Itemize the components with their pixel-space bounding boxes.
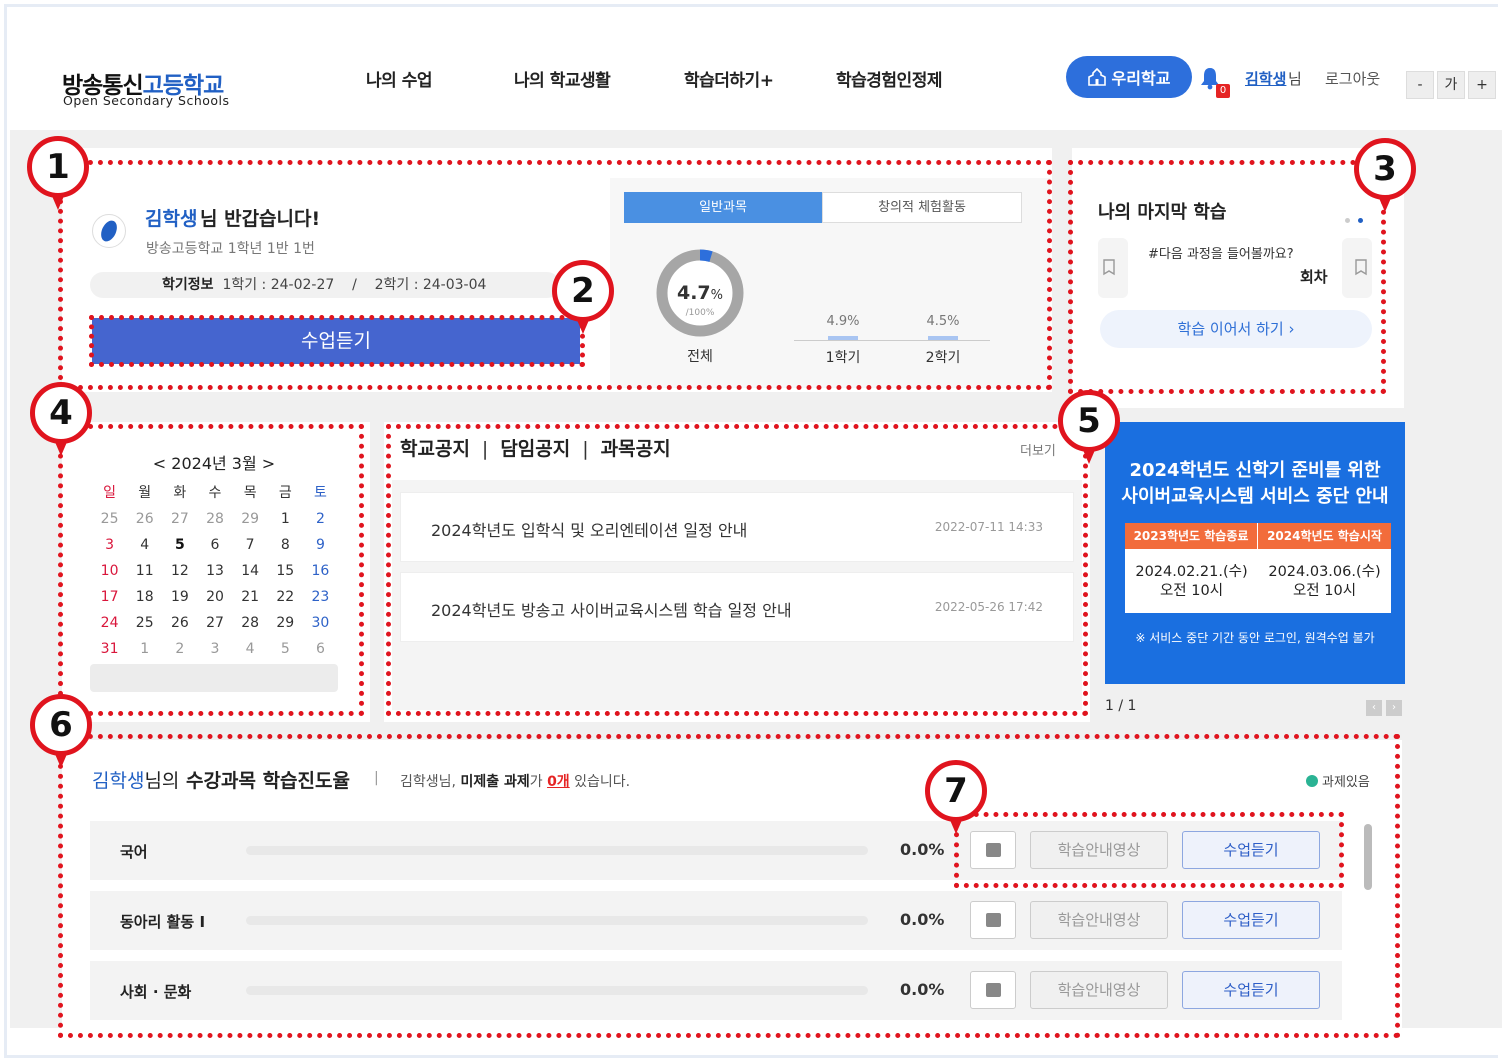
banner-col1-head: 2023학년도 학습종료: [1125, 523, 1258, 549]
my-school-label: 우리학교: [1111, 69, 1171, 88]
banner-col2-value: 2024.03.06.(수) 오전 10시: [1268, 564, 1381, 599]
font-increase-button[interactable]: +: [1468, 71, 1496, 99]
banner-prev-button[interactable]: ‹: [1366, 700, 1382, 716]
callout-marker-5: 5: [1058, 390, 1120, 464]
banner-col2-head: 2024학년도 학습시작: [1258, 523, 1391, 549]
school-icon: [1087, 68, 1106, 86]
nav-my-class[interactable]: 나의 수업: [366, 66, 432, 91]
callout-marker-7: 7: [925, 760, 987, 834]
logout-link[interactable]: 로그아웃: [1325, 68, 1380, 89]
callout-marker-2: 2: [552, 260, 614, 334]
banner-page-indicator: 1 / 1: [1105, 698, 1137, 714]
my-school-button[interactable]: 우리학교: [1066, 56, 1192, 98]
highlight-box-3: [1068, 160, 1386, 394]
banner-note: ※ 서비스 중단 기간 동안 로그인, 원격수업 불가: [1135, 631, 1375, 645]
callout-marker-6: 6: [30, 694, 92, 768]
user-name-link[interactable]: 김학생: [1245, 68, 1286, 89]
font-reset-button[interactable]: 가: [1437, 71, 1465, 99]
highlight-box-2: [89, 315, 585, 367]
banner-next-button[interactable]: ›: [1386, 700, 1402, 716]
site-logo-english: Open Secondary Schools: [63, 93, 230, 108]
banner-col1-value: 2024.02.21.(수) 오전 10시: [1135, 564, 1248, 599]
banner-heading: 2024학년도 신학기 준비를 위한 사이버교육시스템 서비스 중단 안내: [1121, 460, 1389, 507]
highlight-box-4: [58, 424, 364, 716]
user-name-suffix: 님: [1288, 70, 1302, 88]
callout-marker-3: 3: [1354, 138, 1416, 212]
highlight-box-5: [386, 424, 1088, 716]
callout-marker-4: 4: [30, 382, 92, 456]
banner-schedule-table: 2023학년도 학습종료 2024학년도 학습시작 2024.02.21.(수)…: [1125, 523, 1391, 613]
nav-learn-more[interactable]: 학습더하기+: [684, 66, 774, 91]
nav-school-life[interactable]: 나의 학교생활: [514, 66, 611, 91]
callout-marker-1: 1: [27, 136, 89, 210]
font-decrease-button[interactable]: -: [1406, 71, 1434, 99]
notification-count-badge: 0: [1216, 84, 1230, 98]
service-notice-banner[interactable]: 2024학년도 신학기 준비를 위한 사이버교육시스템 서비스 중단 안내 202…: [1105, 422, 1405, 684]
nav-experience-credit[interactable]: 학습경험인정제: [836, 66, 942, 91]
highlight-box-7: [954, 812, 1344, 888]
